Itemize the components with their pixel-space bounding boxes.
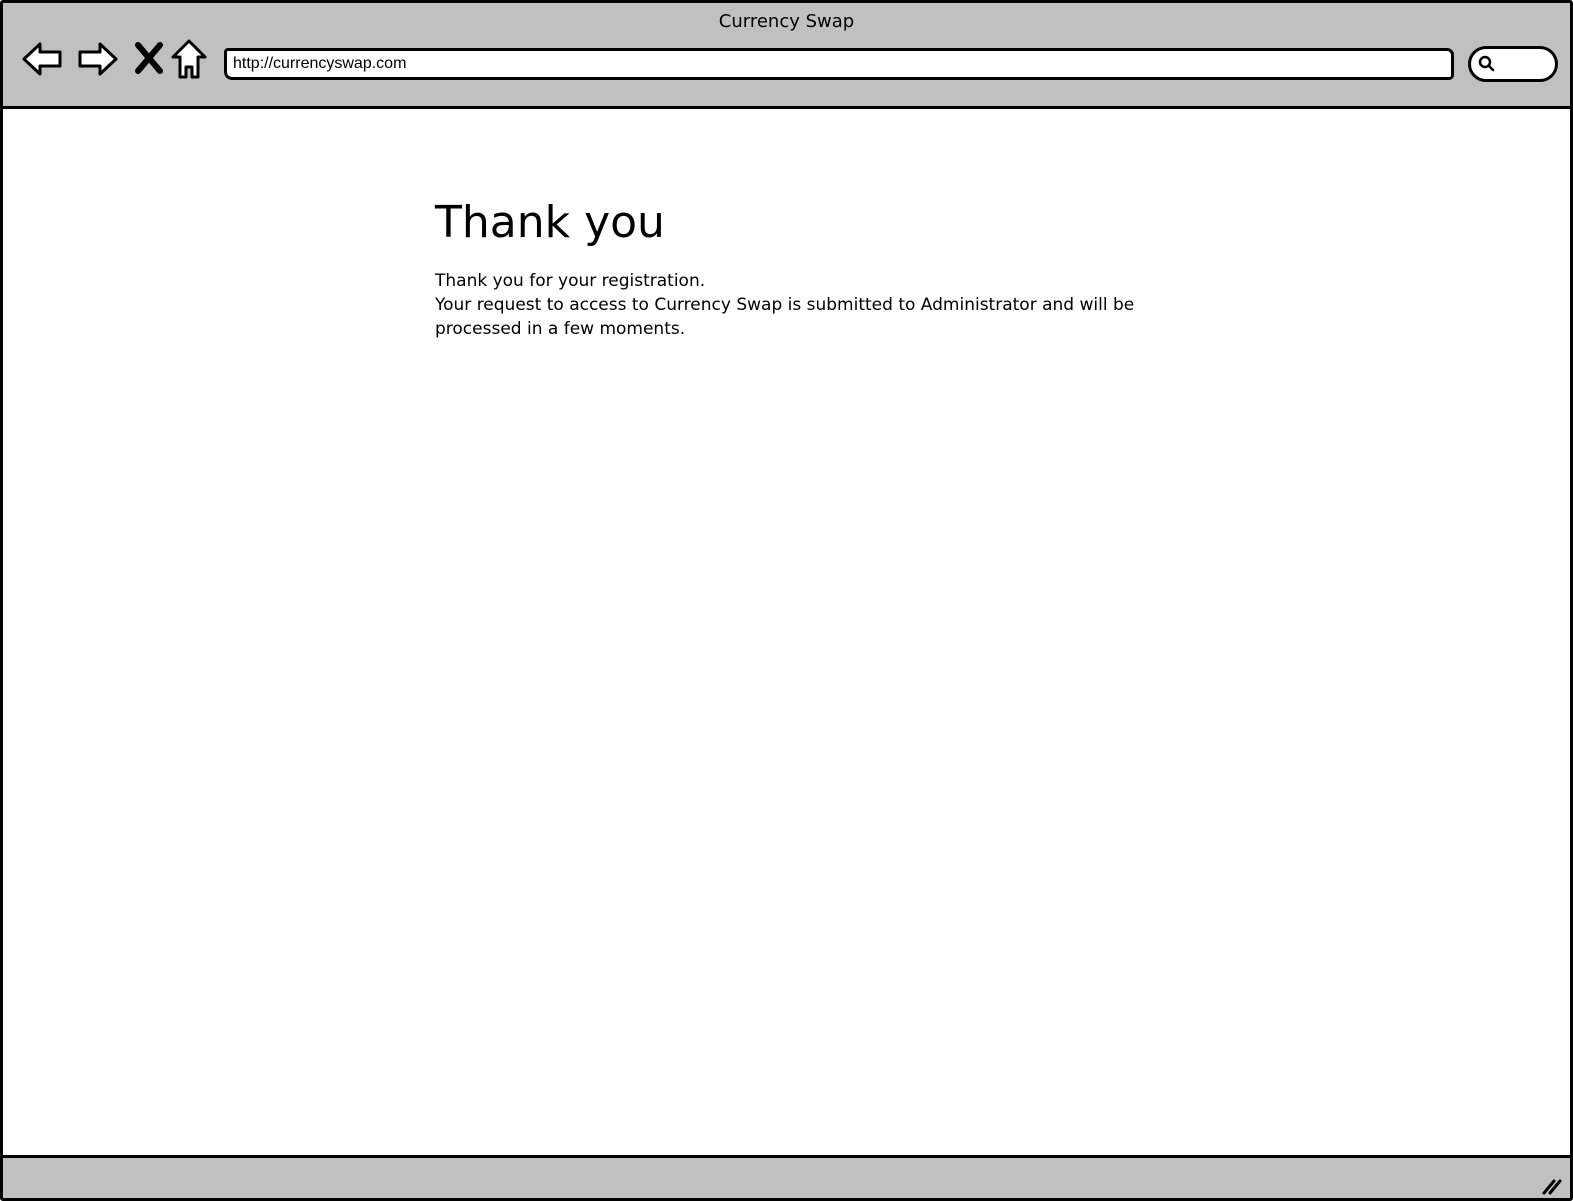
message-line: processed in a few moments. [435,319,686,339]
message-line: Thank you for your registration. [435,271,706,291]
arrow-left-icon [22,42,62,76]
back-button[interactable] [21,37,65,81]
stop-button[interactable] [127,37,171,81]
search-icon [1478,55,1495,72]
forward-button[interactable] [75,37,119,81]
search-field[interactable] [1468,46,1558,82]
arrow-right-icon [78,42,118,76]
page-content: Thank you Thank you for your registratio… [435,195,1195,341]
home-button[interactable] [167,37,211,81]
close-icon [135,42,163,74]
address-bar[interactable]: http://currencyswap.com [224,48,1454,80]
window-title: Currency Swap [718,11,855,32]
browser-toolbar: Currency Swap http://currencyswap.com [3,3,1570,109]
message-line: Your request to access to Currency Swap … [435,295,1135,315]
page-title: Thank you [435,197,665,248]
resize-grip-icon[interactable] [1540,1177,1562,1195]
browser-window: Currency Swap http://currencyswap.com Th… [0,0,1573,1201]
status-bar [3,1155,1570,1198]
home-icon [171,39,207,79]
